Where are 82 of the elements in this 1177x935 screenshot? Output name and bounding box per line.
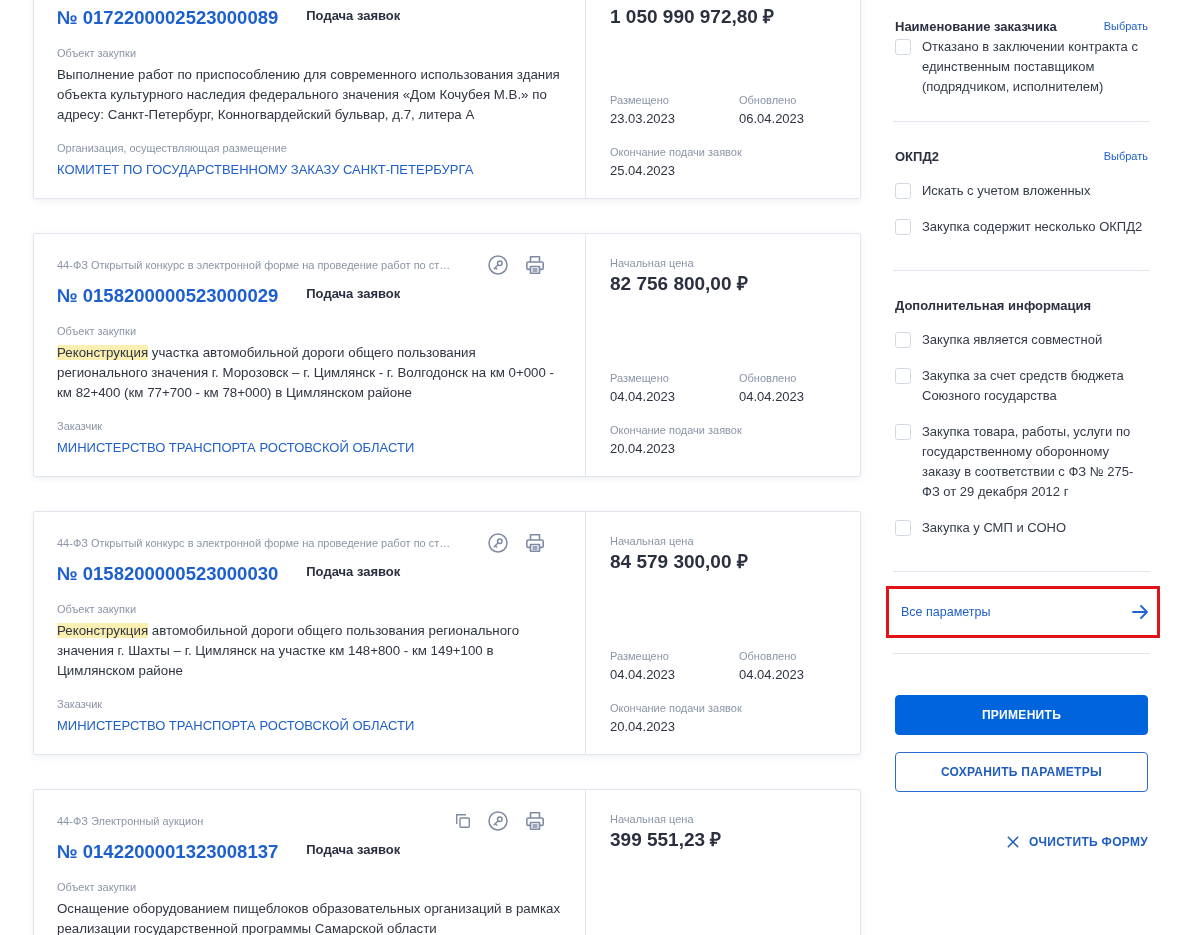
- date-value: 23.03.2023: [610, 110, 677, 128]
- print-icon[interactable]: [526, 256, 544, 274]
- checkbox-label: Закупка у СМП и СОНО: [922, 519, 1066, 537]
- apply-button[interactable]: ПРИМЕНИТЬ: [895, 695, 1148, 735]
- purchase-description: Оснащение оборудованием пищеблоков образовательных организаций в рамках реализации государственной программы Самарской области: [57, 900, 562, 935]
- clear-form-button[interactable]: ОЧИСТИТЬ ФОРМУ: [1006, 832, 1148, 852]
- price-label: Начальная цена: [610, 812, 695, 827]
- checkbox[interactable]: [895, 219, 911, 235]
- date-value: 04.04.2023: [739, 666, 806, 684]
- date-label: Окончание подачи заявок: [610, 701, 743, 716]
- print-icon[interactable]: [526, 534, 544, 552]
- tender-status: Подача заявок: [306, 564, 401, 580]
- date-value: 04.04.2023: [739, 388, 806, 406]
- choose-link[interactable]: Выбрать: [1103, 20, 1148, 32]
- checkbox[interactable]: [895, 520, 911, 536]
- field-label: Организация, осуществляющая размещение: [57, 141, 288, 156]
- tender-status: Подача заявок: [306, 286, 401, 302]
- checkbox[interactable]: [895, 368, 911, 384]
- date-value: 20.04.2023: [610, 440, 677, 458]
- procedure-type: 44-ФЗ Электронный аукцион: [57, 814, 204, 829]
- date-value: 04.04.2023: [610, 666, 677, 684]
- price-value: 84 579 300,00 ₽: [610, 550, 749, 574]
- choose-link[interactable]: Выбрать: [1103, 150, 1148, 162]
- organization-link[interactable]: МИНИСТЕРСТВО ТРАНСПОРТА РОСТОВСКОЙ ОБЛАСТИ: [57, 438, 565, 458]
- tender-status: Подача заявок: [306, 842, 401, 858]
- price-label: Начальная цена: [610, 534, 695, 549]
- checkbox[interactable]: [895, 332, 911, 348]
- close-icon: [1006, 836, 1019, 848]
- copy-icon[interactable]: [456, 814, 470, 828]
- purchase-description: Реконструкция автомобильной дороги общего пользования регионального значения г. Шахты – г. Цимлянск на участке км 148+800 - км 149+100 в Цимлянском районе: [57, 622, 521, 680]
- procedure-type: 44-ФЗ Открытый конкурс в электронной форме на проведение работ по ст…: [57, 536, 451, 551]
- checkbox-label: Закупка товара, работы, услуги по государственному оборонному заказу в соответствии с ФЗ № 275-ФЗ от 29 декабря 2012 г: [922, 423, 1135, 501]
- checkbox[interactable]: [895, 424, 911, 440]
- price-value: 82 756 800,00 ₽: [610, 272, 749, 296]
- tender-number-link[interactable]: № 0158200000523000030: [57, 560, 279, 588]
- field-label: Объект закупки: [57, 880, 138, 895]
- field-label: Заказчик: [57, 419, 104, 434]
- date-label: Окончание подачи заявок: [610, 145, 743, 160]
- tender-status: Подача заявок: [306, 8, 401, 24]
- price-label: Начальная цена: [610, 256, 695, 271]
- price-value: 399 551,23 ₽: [610, 828, 723, 852]
- checkbox-label: Закупка содержит несколько ОКПД2: [922, 218, 1143, 236]
- date-value: 04.04.2023: [610, 388, 677, 406]
- organization-link[interactable]: МИНИСТЕРСТВО ТРАНСПОРТА РОСТОВСКОЙ ОБЛАСТИ: [57, 716, 565, 736]
- all-parameters-link[interactable]: Все параметры: [901, 605, 991, 619]
- purchase-description: Реконструкция участка автомобильной дороги общего пользования регионального значения г. Морозовск – г. Цимлянск - г. Волгодонск на км 0+000 - км 82+400 (км 77+700 - км 78+000) в Цимлянском районе: [57, 344, 555, 402]
- date-value: 06.04.2023: [739, 110, 806, 128]
- date-value: 20.04.2023: [610, 718, 677, 736]
- date-label: Обновлено: [739, 93, 798, 108]
- tender-number-link[interactable]: № 0172200002523000089: [57, 4, 279, 32]
- checkbox-label: Отказано в заключении контракта с единственным поставщиком (подрядчиком, исполнителем): [922, 38, 1139, 96]
- date-label: Размещено: [610, 371, 670, 386]
- procedure-type: 44-ФЗ Открытый конкурс в электронной форме на проведение работ по ст…: [57, 258, 451, 273]
- price-value: 1 050 990 972,80 ₽: [610, 5, 776, 29]
- print-icon[interactable]: [526, 812, 544, 830]
- checkbox[interactable]: [895, 183, 911, 199]
- organization-link[interactable]: КОМИТЕТ ПО ГОСУДАРСТВЕННОМУ ЗАКАЗУ САНКТ-ПЕТЕРБУРГА: [57, 160, 565, 180]
- arrow-right-icon[interactable]: [1132, 605, 1148, 619]
- checkbox-label: Искать с учетом вложенных: [922, 182, 1091, 200]
- checkbox-label: Закупка является совместной: [922, 331, 1103, 349]
- field-label: Объект закупки: [57, 324, 138, 339]
- date-label: Обновлено: [739, 649, 798, 664]
- field-label: Объект закупки: [57, 46, 138, 61]
- purchase-description: Выполнение работ по приспособлению для современного использования здания объекта культурного наследия федерального значения «Дом Кочубея М.В.» по адресу: Санкт-Петербург, Конногвардейский бульвар, д.7, литера А: [57, 66, 561, 124]
- date-label: Обновлено: [739, 371, 798, 386]
- field-label: Объект закупки: [57, 602, 138, 617]
- filter-section-title: Дополнительная информация: [895, 297, 1092, 313]
- date-label: Размещено: [610, 649, 670, 664]
- filter-section-title: ОКПД2: [895, 148, 939, 164]
- checkbox-label: Закупка за счет средств бюджета Союзного государства: [922, 367, 1125, 405]
- checkbox[interactable]: [895, 39, 911, 55]
- key-icon[interactable]: [488, 533, 508, 553]
- tender-number-link[interactable]: № 0158200000523000029: [57, 282, 279, 310]
- key-icon[interactable]: [488, 255, 508, 275]
- save-parameters-button[interactable]: СОХРАНИТЬ ПАРАМЕТРЫ: [895, 752, 1148, 792]
- filter-section-title: Наименование заказчика: [895, 18, 1057, 34]
- key-icon[interactable]: [488, 811, 508, 831]
- date-label: Окончание подачи заявок: [610, 423, 743, 438]
- tender-number-link[interactable]: № 0142200001323008137: [57, 838, 279, 866]
- field-label: Заказчик: [57, 697, 104, 712]
- date-label: Размещено: [610, 93, 670, 108]
- date-value: 25.04.2023: [610, 162, 677, 180]
